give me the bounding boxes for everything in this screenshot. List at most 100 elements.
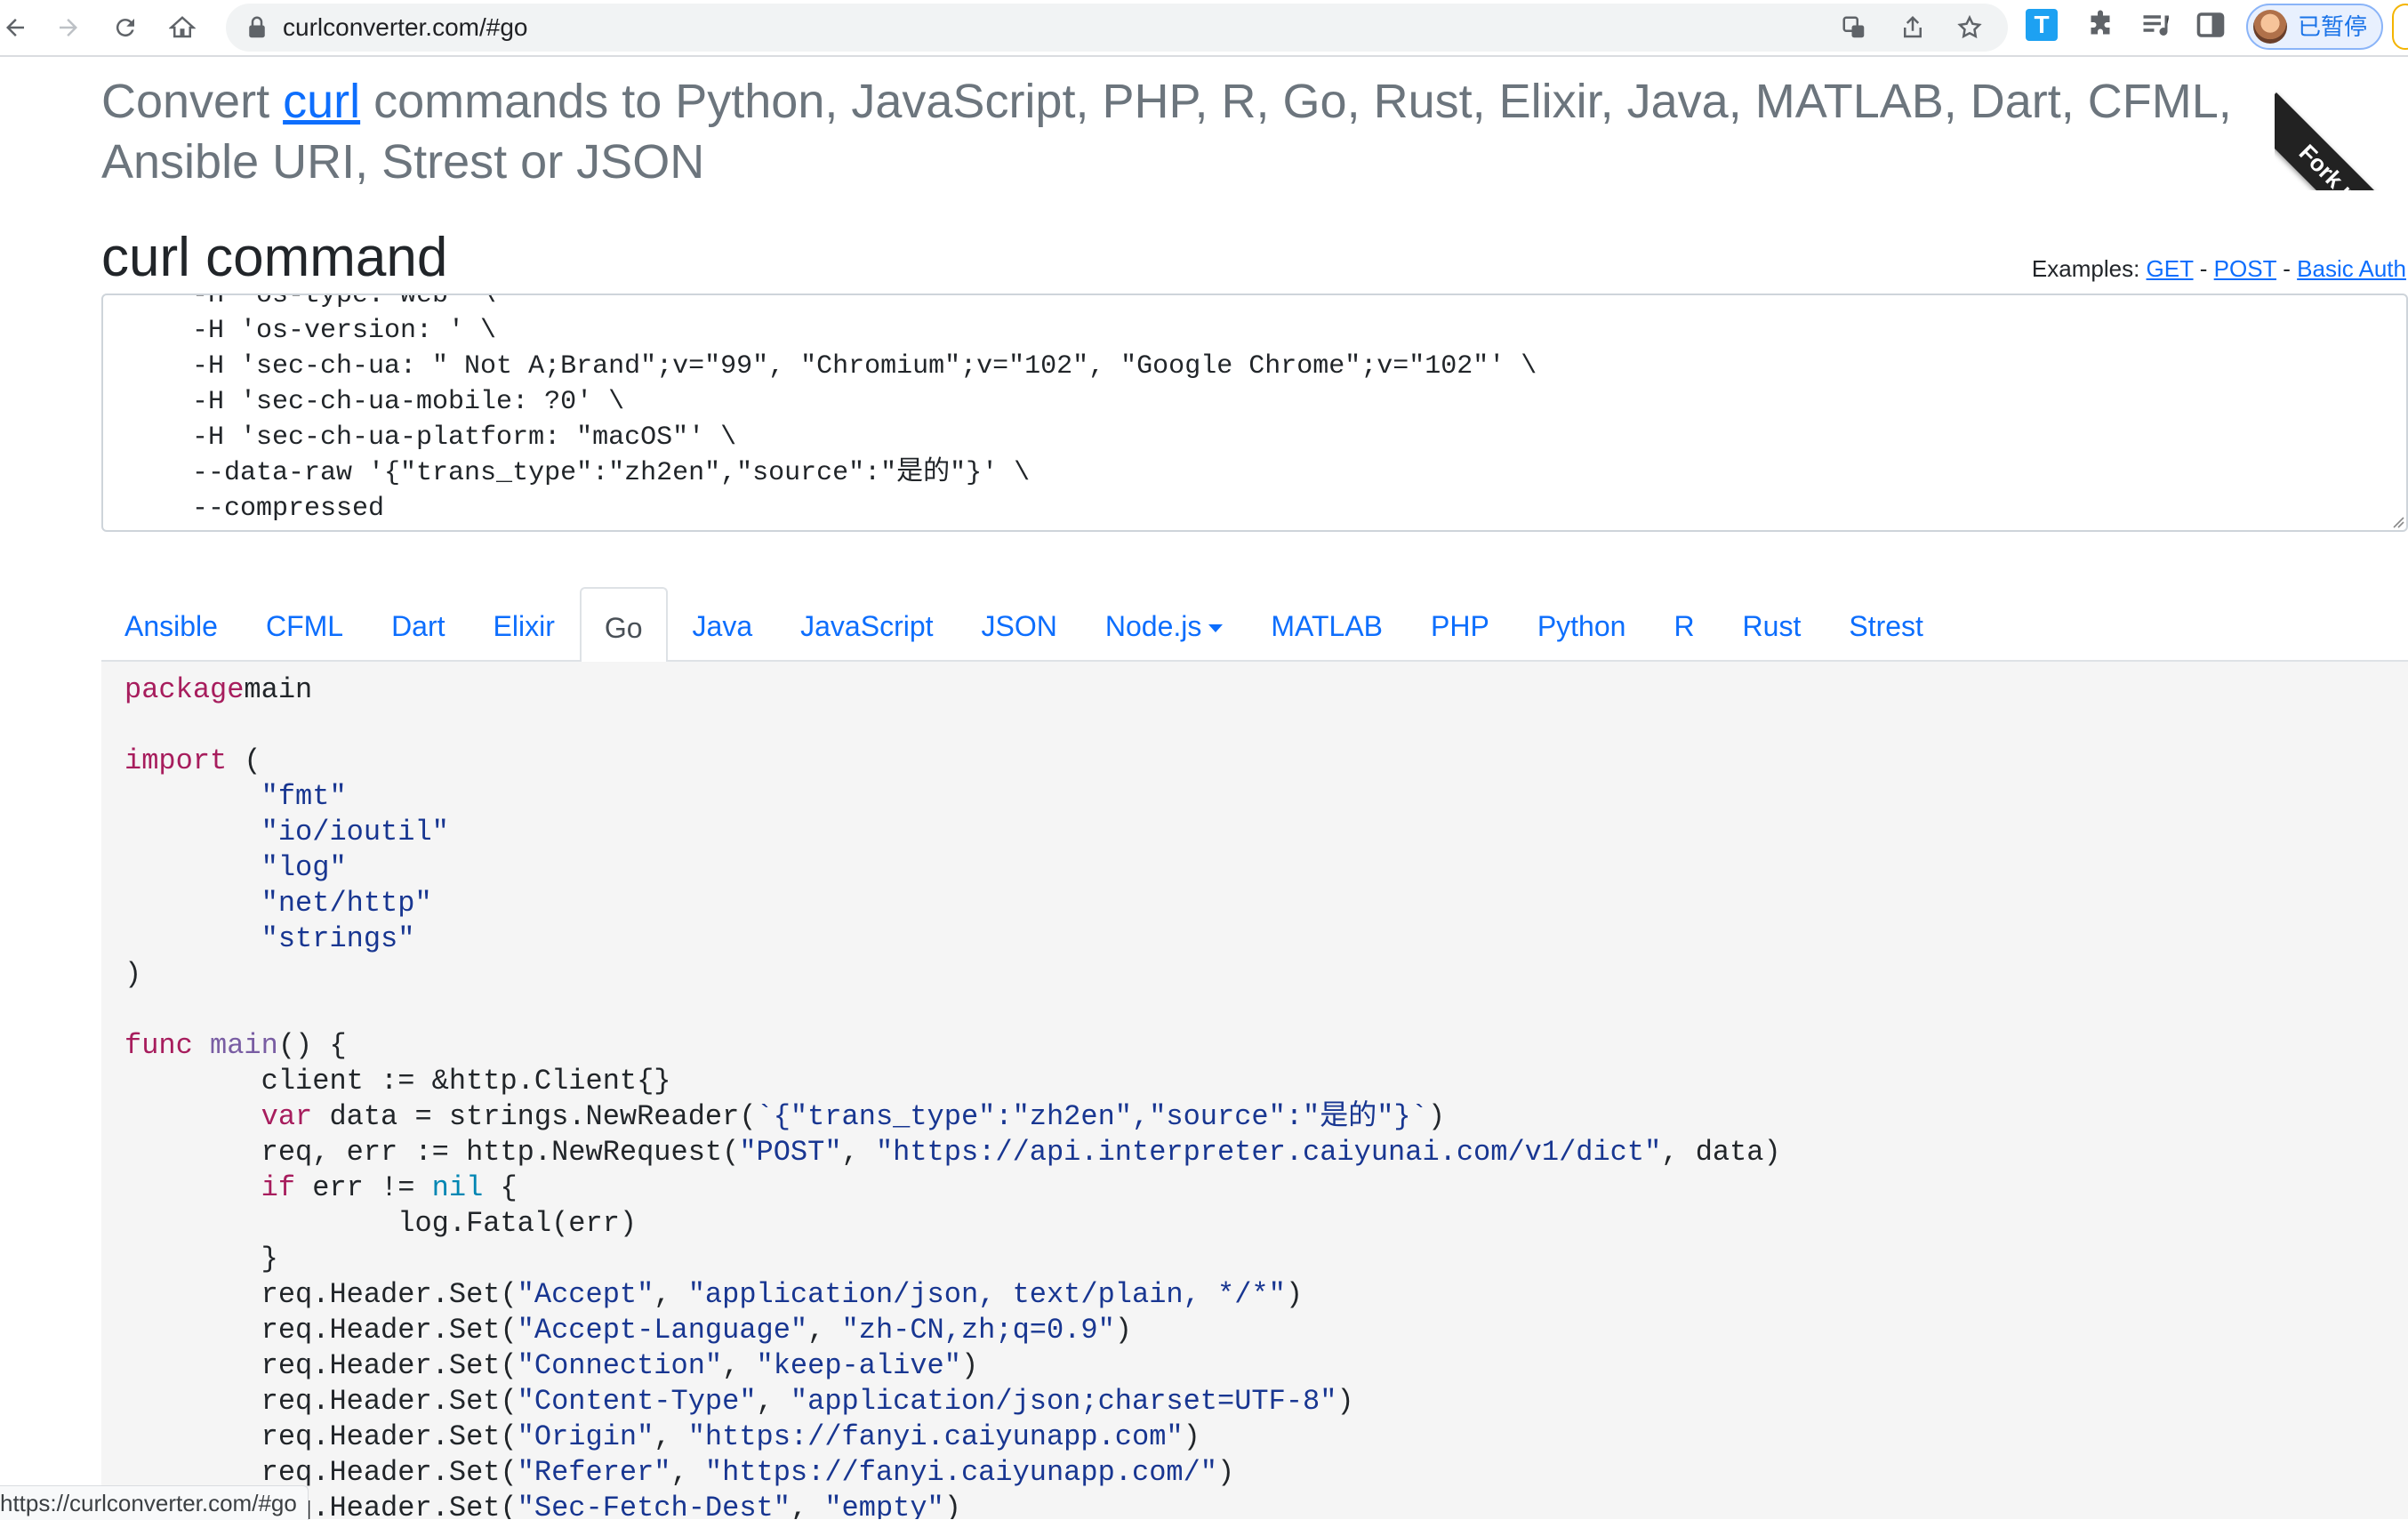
code-token: "zh-CN,zh;q=0.9" (841, 1314, 1115, 1347)
translator-extension-label: T (2034, 11, 2050, 38)
tab-elixir[interactable]: Elixir (470, 587, 578, 662)
curl-line[interactable]: -H 'os-version: ' \ (160, 313, 1537, 349)
code-token: main (210, 1029, 278, 1062)
curl-line[interactable]: --compressed (160, 491, 1537, 527)
curl-line[interactable]: -H 'sec-ch-ua-platform: "macOS"' \ (160, 420, 1537, 455)
examples-links: Examples: GET - POST - Basic Auth (2032, 253, 2406, 285)
code-token: } (124, 1243, 278, 1275)
page-headline: Convert curl commands to Python, JavaScr… (101, 71, 2262, 192)
code-token: "application/json, text/plain, */*" (687, 1278, 1286, 1311)
tab-label: Strest (1849, 610, 1923, 642)
tab-dart[interactable]: Dart (368, 587, 468, 662)
lock-icon[interactable] (244, 14, 270, 41)
code-token: , data) (1661, 1136, 1781, 1169)
resize-handle-icon[interactable] (2388, 512, 2404, 528)
tab-label: Elixir (493, 610, 555, 642)
headline-prefix: Convert (101, 75, 284, 128)
code-token: ) (1336, 1385, 1354, 1418)
code-line: req.Header.Set("Origin", "https://fanyi.… (124, 1419, 1781, 1455)
example-basic-auth-link[interactable]: Basic Auth (2297, 255, 2406, 282)
code-token: "empty" (824, 1492, 944, 1519)
code-token: req, err := http.NewRequest( (124, 1136, 740, 1169)
curl-line[interactable]: -H 'sec-ch-ua: " Not A;Brand";v="99", "C… (160, 349, 1537, 384)
extensions-puzzle-icon[interactable] (2084, 9, 2116, 41)
profile-button[interactable]: 已暂停 (2246, 4, 2383, 50)
tab-python[interactable]: Python (1514, 587, 1649, 662)
curl-line[interactable]: -H 'sec-ch-ua-mobile: ?0' \ (160, 384, 1537, 420)
tab-label: Ansible (124, 610, 218, 642)
tab-label: CFML (265, 610, 344, 642)
fork-ribbon-label[interactable]: Fork m (2275, 92, 2408, 190)
curl-command-text[interactable]: -H 'os-type: web' \ -H 'os-version: ' \ … (160, 295, 1537, 527)
code-token: package (124, 673, 245, 706)
reload-icon[interactable] (105, 7, 146, 48)
code-line: import ( (124, 744, 1781, 779)
code-line: } (124, 1242, 1781, 1277)
tab-label: Python (1537, 610, 1626, 642)
code-line: log.Fatal(err) (124, 1206, 1781, 1242)
address-bar[interactable]: curlconverter.com/#go (226, 4, 2008, 52)
tab-r[interactable]: R (1650, 587, 1717, 662)
curl-link[interactable]: curl (283, 75, 360, 128)
tab-rust[interactable]: Rust (1720, 587, 1825, 662)
tab-go[interactable]: Go (579, 587, 668, 663)
curl-line[interactable]: -H 'os-type: web' \ (160, 295, 1537, 313)
bookmark-star-icon[interactable] (1956, 14, 1983, 41)
translate-icon[interactable] (1841, 14, 1867, 41)
code-line: if err != nil { (124, 1170, 1781, 1206)
chevron-down-icon (1208, 624, 1224, 633)
tab-label: JSON (981, 610, 1057, 642)
tab-label: PHP (1431, 610, 1489, 642)
code-token: ( (227, 744, 261, 777)
update-button[interactable] (2392, 4, 2408, 50)
tab-java[interactable]: Java (670, 587, 776, 662)
tab-matlab[interactable]: MATLAB (1248, 587, 1406, 662)
fork-ribbon[interactable]: Fork m (2275, 57, 2408, 190)
tab-label: MATLAB (1271, 610, 1384, 642)
reading-list-icon[interactable] (2139, 9, 2171, 41)
code-token: func (124, 1029, 193, 1062)
code-token: var (261, 1100, 313, 1133)
tab-javascript[interactable]: JavaScript (777, 587, 956, 662)
example-post-link[interactable]: POST (2214, 255, 2276, 282)
tab-json[interactable]: JSON (959, 587, 1080, 662)
code-token: "fmt" (261, 780, 347, 813)
curl-line[interactable]: --data-raw '{"trans_type":"zh2en","sourc… (160, 455, 1537, 491)
code-token: "Referer" (517, 1456, 671, 1489)
address-bar-url[interactable]: curlconverter.com/#go (283, 4, 527, 52)
code-line: var data = strings.NewReader(`{"trans_ty… (124, 1099, 1781, 1135)
code-token: if (261, 1171, 296, 1204)
code-token: req.Header.Set( (124, 1456, 518, 1489)
side-panel-icon[interactable] (2195, 9, 2227, 41)
code-token: , (756, 1385, 791, 1418)
code-token: , (841, 1136, 876, 1169)
share-icon[interactable] (1899, 14, 1926, 41)
code-token: "https://fanyi.caiyunapp.com/" (704, 1456, 1217, 1489)
code-token: req.Header.Set( (124, 1314, 518, 1347)
tab-cfml[interactable]: CFML (243, 587, 366, 662)
home-icon[interactable] (162, 7, 203, 48)
code-token: , (807, 1314, 842, 1347)
code-token: data = strings.NewReader( (312, 1100, 757, 1133)
curl-command-input[interactable]: -H 'os-type: web' \ -H 'os-version: ' \ … (101, 294, 2408, 532)
tab-php[interactable]: PHP (1408, 587, 1513, 662)
translator-extension-icon[interactable]: T (2026, 9, 2058, 41)
example-get-link[interactable]: GET (2147, 255, 2194, 282)
code-token: ) (124, 958, 142, 991)
tab-strest[interactable]: Strest (1826, 587, 1946, 662)
code-line: req.Header.Set("Referer", "https://fanyi… (124, 1455, 1781, 1491)
tab-ansible[interactable]: Ansible (101, 587, 241, 662)
forward-icon[interactable] (48, 7, 89, 48)
tab-node-js[interactable]: Node.js (1082, 587, 1247, 662)
back-icon[interactable] (0, 7, 36, 48)
code-line: req.Header.Set("Sec-Fetch-Dest", "empty"… (124, 1491, 1781, 1519)
code-token: ) (1217, 1456, 1235, 1489)
